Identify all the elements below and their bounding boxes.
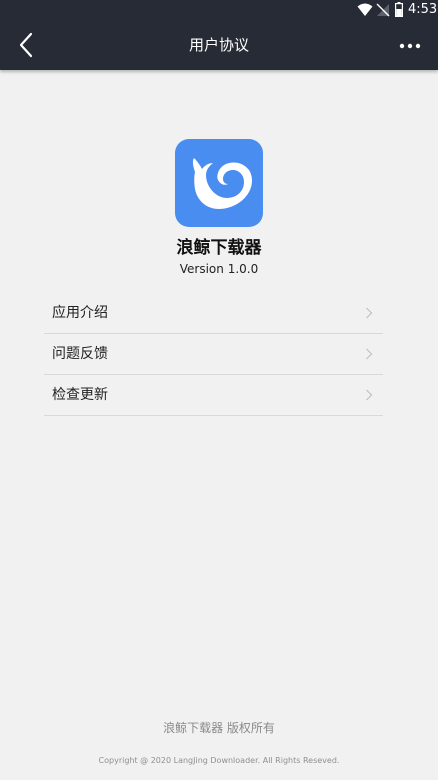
chevron-right-icon [366,348,373,360]
status-time: 4:53 [408,2,438,17]
settings-menu: 应用介绍 问题反馈 检查更新 [44,293,383,416]
more-dots-icon [399,43,421,49]
menu-item-app-intro[interactable]: 应用介绍 [44,293,383,334]
app-header: 4:53 用户协议 [0,0,438,70]
menu-item-feedback[interactable]: 问题反馈 [44,334,383,375]
menu-item-label: 检查更新 [52,387,108,403]
no-signal-icon [376,3,390,17]
menu-item-label: 应用介绍 [52,305,108,321]
more-button[interactable] [394,36,426,56]
whale-logo-icon [192,158,252,209]
app-name: 浪鲸下载器 [176,238,262,258]
chevron-right-icon [366,307,373,319]
wifi-icon [357,3,373,16]
chevron-right-icon [366,389,373,401]
footer-copyright: Copyright @ 2020 LangJing Downloader. Al… [98,756,340,765]
menu-item-label: 问题反馈 [52,346,108,362]
battery-icon [395,2,403,17]
app-logo [175,139,263,227]
menu-item-check-update[interactable]: 检查更新 [44,375,383,416]
footer-rights: 浪鲸下载器 版权所有 [163,721,275,735]
page-title: 用户协议 [188,36,249,54]
app-version: Version 1.0.0 [179,262,259,276]
status-bar: 4:53 [0,0,438,22]
